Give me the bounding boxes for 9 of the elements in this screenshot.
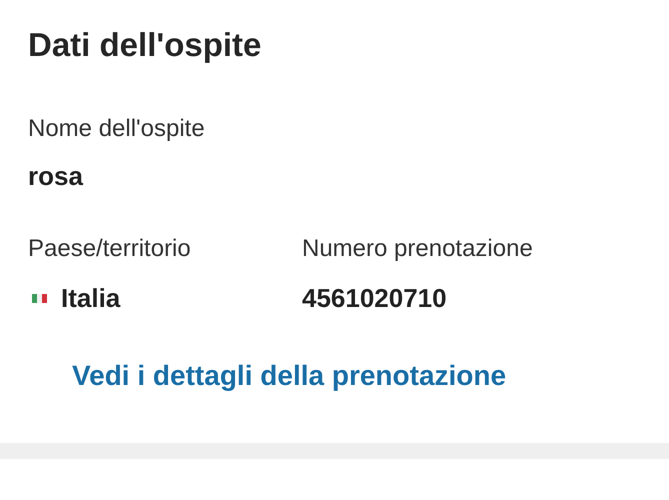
flag-icon <box>32 294 47 302</box>
field-value: Italia <box>61 282 120 315</box>
field-label: Numero prenotazione <box>302 234 534 264</box>
booking-details-link[interactable]: Vedi i dettagli della prenotazione <box>72 358 506 394</box>
field-label: Paese/territorio <box>28 234 192 264</box>
field-value: 4561020710 <box>302 282 447 315</box>
field-label: Nome dell'ospite <box>28 114 206 144</box>
guest-name: rosa <box>28 160 83 193</box>
section-title: Dati dell'ospite <box>28 25 262 65</box>
